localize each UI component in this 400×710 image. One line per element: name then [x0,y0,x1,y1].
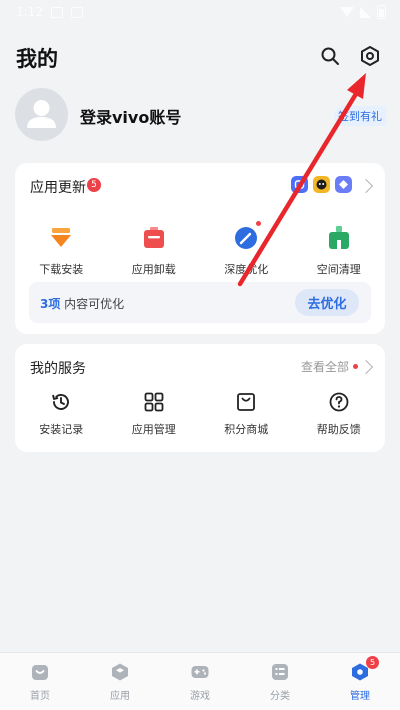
bottom-navigation: 首页 应用 游戏 分类 5 管理 [0,652,400,710]
app-updates-card: 应用更新 5 下载安装 应用卸载 深度优化 空间清理 3项 内容可优化 去优化 [15,163,385,334]
gamepad-icon [191,666,209,678]
signin-reward-button[interactable]: 签到有礼 [334,106,386,126]
nav-home[interactable]: 首页 [0,653,80,710]
nav-manage[interactable]: 5 管理 [320,653,400,710]
space-clean-button[interactable]: 空间清理 [293,225,386,277]
points-mall-button[interactable]: 积分商城 [200,391,293,437]
nav-label: 应用 [110,691,130,702]
status-bar: 1:12 [0,0,400,24]
app-updates-title[interactable]: 应用更新 [30,177,86,197]
app-thumb-icon [291,176,308,193]
download-install-icon [48,225,74,251]
my-services-title: 我的服务 [30,361,86,377]
manage-badge: 5 [366,656,379,669]
settings-hex-icon [361,46,379,66]
points-mall-icon [237,393,256,411]
optimize-bar: 3项 内容可优化 去优化 [29,282,371,323]
help-icon [329,392,349,412]
nav-label: 首页 [30,691,50,702]
service-label: 应用管理 [131,423,176,436]
new-dot-indicator [353,364,358,369]
tool-label: 空间清理 [316,263,361,276]
login-link[interactable]: 登录vivo账号 [80,104,181,128]
tool-label: 下载安装 [39,263,84,276]
tool-label: 深度优化 [224,263,269,276]
uninstall-button[interactable]: 应用卸载 [108,225,201,277]
uninstall-icon [141,225,167,251]
app-notification-icon [70,6,83,18]
apps-icon [112,663,128,681]
update-app-thumbnails[interactable] [291,176,352,193]
battery-icon [377,5,386,19]
nav-category[interactable]: 分类 [240,653,320,710]
new-dot-indicator [256,221,262,226]
space-clean-icon [326,225,352,251]
deep-optimize-icon [233,221,262,251]
download-install-button[interactable]: 下载安装 [15,225,108,277]
my-services-card: 我的服务 查看全部 安装记录 应用管理 积分商城 帮助反馈 [15,344,385,452]
app-management-button[interactable]: 应用管理 [108,391,201,437]
status-time: 1:12 [16,5,43,19]
history-icon [52,394,70,410]
search-button[interactable] [318,44,342,68]
nav-label: 游戏 [190,691,210,702]
updates-count-badge: 5 [87,178,101,192]
notification-icon [50,6,63,18]
install-history-button[interactable]: 安装记录 [15,391,108,437]
page-title: 我的 [16,47,58,71]
nav-label: 管理 [350,691,370,702]
nav-apps[interactable]: 应用 [80,653,160,710]
home-icon [32,665,48,680]
apps-grid-icon [144,392,164,412]
services-row: 安装记录 应用管理 积分商城 帮助反馈 [15,391,385,437]
optimize-count: 3项 [40,297,61,311]
app-thumb-icon [313,176,330,193]
optimize-message: 内容可优化 [60,297,125,311]
avatar[interactable] [15,88,68,141]
view-all-link[interactable]: 查看全部 [301,358,349,375]
user-silhouette-icon [27,100,56,128]
optimize-text: 3项 内容可优化 [40,295,124,312]
nav-label: 分类 [270,691,290,702]
tools-row: 下载安装 应用卸载 深度优化 空间清理 [15,221,386,277]
app-thumb-icon [335,176,352,193]
wifi-icon [340,7,354,17]
nav-games[interactable]: 游戏 [160,653,240,710]
service-label: 积分商城 [224,423,269,436]
category-icon [272,664,288,680]
help-feedback-button[interactable]: 帮助反馈 [293,391,386,437]
chevron-right-icon[interactable] [358,359,374,375]
service-label: 帮助反馈 [316,423,361,436]
signal-icon [360,6,371,18]
optimize-button[interactable]: 去优化 [295,289,359,316]
chevron-right-icon[interactable] [358,178,374,194]
tool-label: 应用卸载 [131,263,176,276]
service-label: 安装记录 [39,423,84,436]
deep-optimize-button[interactable]: 深度优化 [200,221,293,277]
search-icon [321,47,339,65]
settings-button[interactable] [358,44,382,68]
